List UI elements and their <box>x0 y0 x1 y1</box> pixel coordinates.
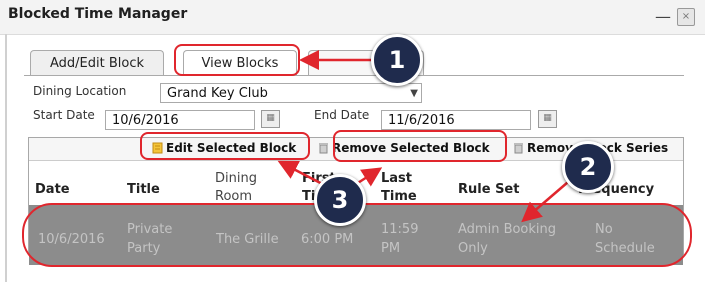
callout-badge-3: 3 <box>314 174 366 226</box>
annotation-arrows <box>277 50 576 223</box>
callout-badge-2: 2 <box>562 141 614 193</box>
callout-badge-1: 1 <box>371 34 423 86</box>
